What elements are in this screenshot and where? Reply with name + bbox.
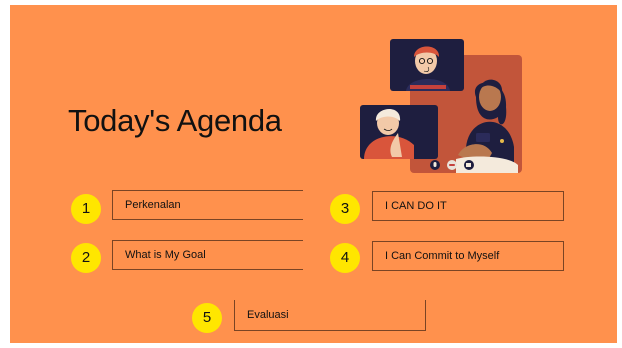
agenda-number-5: 5 (192, 303, 222, 333)
slide-title: Today's Agenda (68, 103, 282, 138)
video-call-illustration (360, 39, 522, 173)
agenda-item-2: What is My Goal (112, 240, 303, 270)
agenda-item-4: I Can Commit to Myself (372, 241, 564, 271)
agenda-item-3: I CAN DO IT (372, 191, 564, 221)
agenda-item-5: Evaluasi (234, 300, 426, 331)
slide: Today's Agenda 1 Perkenalan 2 What is My… (10, 5, 617, 343)
agenda-item-1: Perkenalan (112, 190, 303, 220)
agenda-number-4: 4 (330, 243, 360, 273)
agenda-number-1: 1 (71, 194, 101, 224)
agenda-number-3: 3 (330, 194, 360, 224)
agenda-number-2: 2 (71, 243, 101, 273)
